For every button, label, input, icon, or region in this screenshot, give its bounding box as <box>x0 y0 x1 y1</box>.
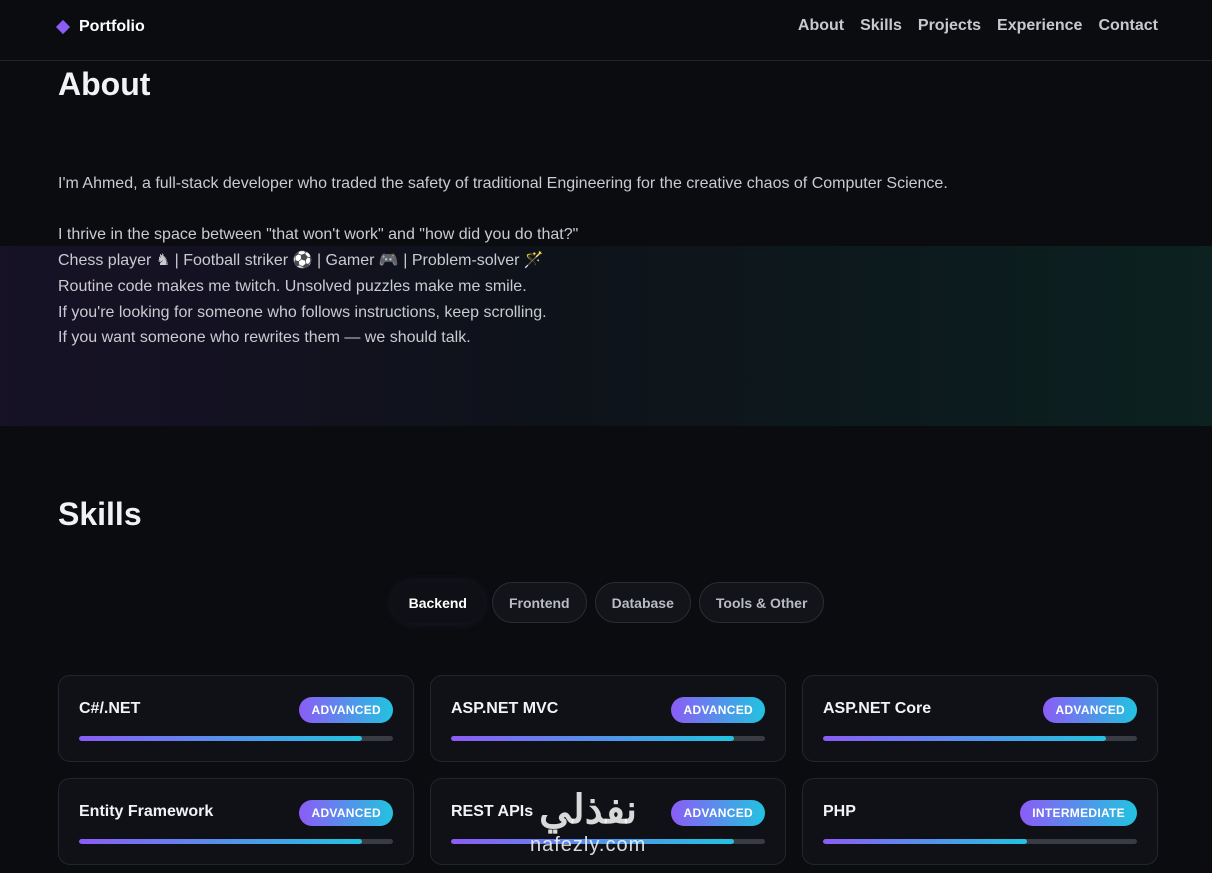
skill-card: ASP.NET Core ADVANCED <box>802 675 1158 762</box>
about-line: If you're looking for someone who follow… <box>58 303 547 321</box>
skill-card: Entity Framework ADVANCED <box>58 778 414 865</box>
about-title: About <box>58 66 151 102</box>
skill-level-badge: ADVANCED <box>1043 697 1137 723</box>
skill-progress-fill <box>79 839 362 844</box>
about-line: I'm Ahmed, a full-stack developer who tr… <box>58 175 948 192</box>
skills-section: Skills Backend Frontend Database Tools &… <box>58 496 1158 865</box>
skill-level-badge: ADVANCED <box>299 697 393 723</box>
nav-links: About Skills Projects Experience Contact <box>798 17 1158 35</box>
about-line: Chess player ♞ | Football striker ⚽ | Ga… <box>58 252 544 270</box>
nav-link-projects[interactable]: Projects <box>918 17 981 35</box>
about-line: I thrive in the space between "that won'… <box>58 226 579 244</box>
about-line: Routine code makes me twitch. Unsolved p… <box>58 277 527 295</box>
skill-name: ASP.NET Core <box>823 700 932 717</box>
skill-progress-fill <box>823 839 1028 844</box>
skill-card: C#/.NET ADVANCED <box>58 675 414 762</box>
skill-progress-track <box>451 736 765 741</box>
brand-name: Portfolio <box>79 18 145 35</box>
about-section: About I'm Ahmed, a full-stack developer … <box>58 66 1158 351</box>
skill-level-badge: ADVANCED <box>671 697 765 723</box>
skill-level-badge: INTERMEDIATE <box>1020 800 1137 826</box>
skill-level-badge: ADVANCED <box>671 800 765 826</box>
skill-progress-fill <box>823 736 1106 741</box>
diamond-icon <box>55 19 71 35</box>
tab-tools-other[interactable]: Tools & Other <box>698 582 825 623</box>
tab-backend[interactable]: Backend <box>391 582 484 623</box>
nav-link-about[interactable]: About <box>798 17 844 35</box>
skill-name: Entity Framework <box>79 803 214 820</box>
skill-card: PHP INTERMEDIATE <box>802 778 1158 865</box>
skill-card: REST APIs ADVANCED <box>430 778 786 865</box>
skill-progress-track <box>79 736 393 741</box>
skills-title: Skills <box>58 496 142 532</box>
skill-name: C#/.NET <box>79 700 141 717</box>
top-nav: Portfolio About Skills Projects Experien… <box>0 0 1212 61</box>
skill-level-badge: ADVANCED <box>299 800 393 826</box>
skill-progress-fill <box>451 736 734 741</box>
nav-link-experience[interactable]: Experience <box>997 17 1082 35</box>
skill-name: ASP.NET MVC <box>451 700 559 717</box>
skill-progress-track <box>451 839 765 844</box>
skill-progress-track <box>79 839 393 844</box>
skill-progress-track <box>823 736 1137 741</box>
skills-tabs: Backend Frontend Database Tools & Other <box>58 582 1158 623</box>
skill-progress-fill <box>79 736 362 741</box>
skill-card: ASP.NET MVC ADVANCED <box>430 675 786 762</box>
brand[interactable]: Portfolio <box>55 18 145 36</box>
portfolio-page: Portfolio About Skills Projects Experien… <box>0 0 1212 873</box>
skill-progress-track <box>823 839 1137 844</box>
nav-link-skills[interactable]: Skills <box>860 17 902 35</box>
skills-grid: C#/.NET ADVANCED ASP.NET MVC ADVANCED AS… <box>58 675 1158 865</box>
about-line: If you want someone who rewrites them — … <box>58 329 471 347</box>
tab-database[interactable]: Database <box>594 582 691 623</box>
skill-progress-fill <box>451 839 734 844</box>
nav-link-contact[interactable]: Contact <box>1098 17 1158 35</box>
tab-frontend[interactable]: Frontend <box>491 582 587 623</box>
skill-name: REST APIs <box>451 803 534 820</box>
skill-name: PHP <box>823 803 856 820</box>
about-text: I'm Ahmed, a full-stack developer who tr… <box>58 171 1158 351</box>
